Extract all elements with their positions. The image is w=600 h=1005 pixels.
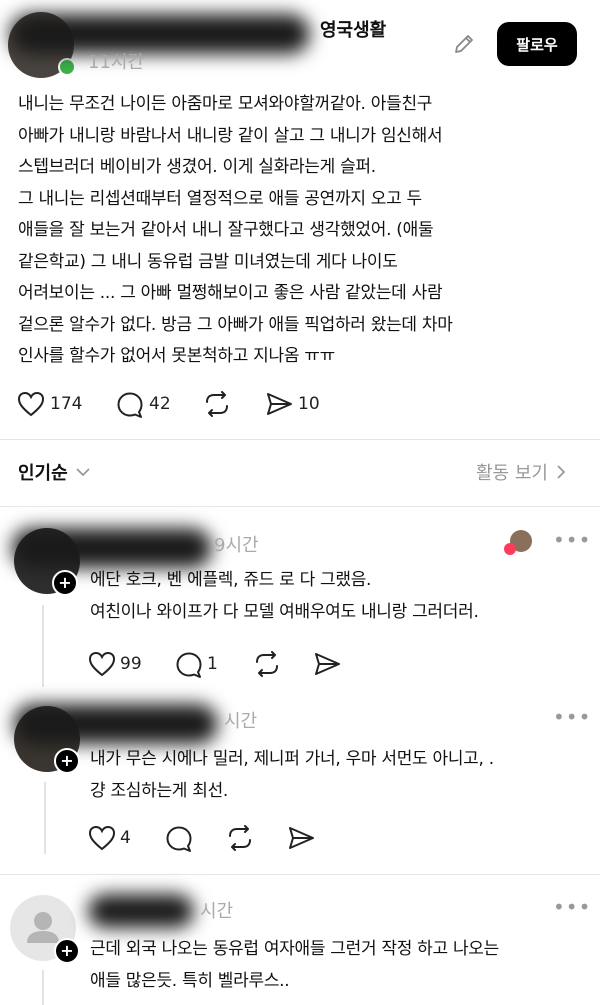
post-body: 내니는 무조건 나이든 아줌마로 모셔와야할꺼같아. 아들친구 아빠가 내니랑 … xyxy=(18,89,588,373)
follow-plus-icon[interactable]: + xyxy=(54,938,80,964)
reply-line: 에단 호크, 벤 에플렉, 쥬드 로 다 그랬음. xyxy=(90,570,372,590)
post-line: 그 내니는 리셉션때부터 열정적으로 애들 공연까지 오고 두 xyxy=(18,188,422,209)
reply-like-count: 4 xyxy=(120,828,131,848)
speech-bubble-icon[interactable] xyxy=(175,651,203,679)
divider xyxy=(0,874,600,875)
redacted-reply-author xyxy=(14,704,218,744)
more-icon[interactable]: ••• xyxy=(553,705,591,729)
reply-line: 근데 외국 나오는 동유럽 여자애들 그런거 작정 하고 나오는 xyxy=(90,939,499,959)
reply-body: 에단 호크, 벤 에플렉, 쥬드 로 다 그랬음. 여친이나 와이프가 다 모델… xyxy=(90,565,590,628)
reply-line: 애들 많은듯. 특히 벨라루스.. xyxy=(90,970,290,991)
post-line: 내니는 무조건 나이든 아줌마로 모셔와야할꺼같아. 아들친구 xyxy=(18,94,433,114)
follow-plus-icon[interactable]: + xyxy=(54,748,80,774)
reply-body: 내가 무슨 시에나 밀러, 제니퍼 가너, 우마 서먼도 아니고, . 걍 조심… xyxy=(90,744,590,807)
pencil-icon[interactable] xyxy=(452,32,476,56)
redacted-author-name xyxy=(10,14,310,54)
activity-link[interactable]: 활동 보기 xyxy=(476,459,566,485)
reply-time: 시간 xyxy=(200,901,234,922)
post-line: 어려보이는 ... 그 아빠 멀쩡해보이고 좋은 사람 같았는데 사람 xyxy=(18,283,443,303)
post-line: 애들을 잘 보는거 같아서 내니 잘구했다고 생각했었어. (애둘 xyxy=(18,220,434,240)
post-comment-count: 42 xyxy=(149,394,171,414)
reply-line: 내가 무슨 시에나 밀러, 제니퍼 가너, 우마 서먼도 아니고, . xyxy=(90,749,494,769)
more-icon[interactable]: ••• xyxy=(553,528,591,552)
post-share-count: 10 xyxy=(298,394,320,414)
chevron-right-icon xyxy=(557,465,566,479)
reply-like-count: 99 xyxy=(120,654,142,674)
online-dot xyxy=(58,58,76,76)
speech-bubble-icon[interactable] xyxy=(116,391,144,419)
follow-plus-icon[interactable]: + xyxy=(52,570,78,596)
heart-icon[interactable] xyxy=(88,651,116,677)
reply-time: 시간 xyxy=(224,711,258,732)
redacted-reply-author xyxy=(12,528,212,568)
post-line: 같은학교) 그 내니 동유럽 금발 미녀였는데 게다 나이도 xyxy=(18,251,398,272)
post-time: 11시간 xyxy=(88,52,145,73)
reply-line: 걍 조심하는게 최선. xyxy=(90,780,229,801)
post-community-name[interactable]: 영국생활 xyxy=(320,16,386,42)
reply-line: 여친이나 와이프가 다 모델 여배우여도 내니랑 그러더러. xyxy=(90,601,479,622)
activity-label: 활동 보기 xyxy=(476,463,548,484)
post-like-count: 174 xyxy=(50,394,83,414)
sort-label: 인기순 xyxy=(18,463,68,484)
send-icon[interactable] xyxy=(265,391,293,417)
post-line: 겉으론 알수가 없다. 방금 그 아빠가 애들 픽업하러 왔는데 차마 xyxy=(18,314,453,335)
repost-icon[interactable] xyxy=(226,825,254,851)
divider xyxy=(0,506,600,507)
repost-icon[interactable] xyxy=(203,391,231,417)
post-line: 인사를 할수가 없어서 못본척하고 지나옴 ㅠㅠ xyxy=(18,346,335,366)
heart-icon[interactable] xyxy=(17,391,45,417)
send-icon[interactable] xyxy=(313,651,341,677)
thread-line xyxy=(44,782,46,854)
reply-comment-count: 1 xyxy=(207,654,218,674)
heart-icon[interactable] xyxy=(88,825,116,851)
chevron-down-icon xyxy=(76,468,90,477)
post-line: 스텝브러더 베이비가 생겼어. 이게 실화라는게 슬퍼. xyxy=(18,157,376,177)
follow-button[interactable]: 팔로우 xyxy=(497,22,577,66)
repost-icon[interactable] xyxy=(253,651,281,677)
redacted-reply-author xyxy=(88,894,194,928)
send-icon[interactable] xyxy=(287,825,315,851)
thread-line xyxy=(42,970,44,1005)
thread-line xyxy=(42,605,44,687)
post-line: 아빠가 내니랑 바람나서 내니랑 같이 살고 그 내니가 임신해서 xyxy=(18,125,443,146)
liker-heart-icon xyxy=(504,543,516,555)
divider xyxy=(0,439,600,440)
more-icon[interactable]: ••• xyxy=(553,895,591,919)
reply-time: 9시간 xyxy=(214,535,259,556)
speech-bubble-icon[interactable] xyxy=(165,825,193,853)
reply-body: 근데 외국 나오는 동유럽 여자애들 그런거 작정 하고 나오는 애들 많은듯.… xyxy=(90,934,590,997)
sort-dropdown[interactable]: 인기순 xyxy=(18,459,90,485)
